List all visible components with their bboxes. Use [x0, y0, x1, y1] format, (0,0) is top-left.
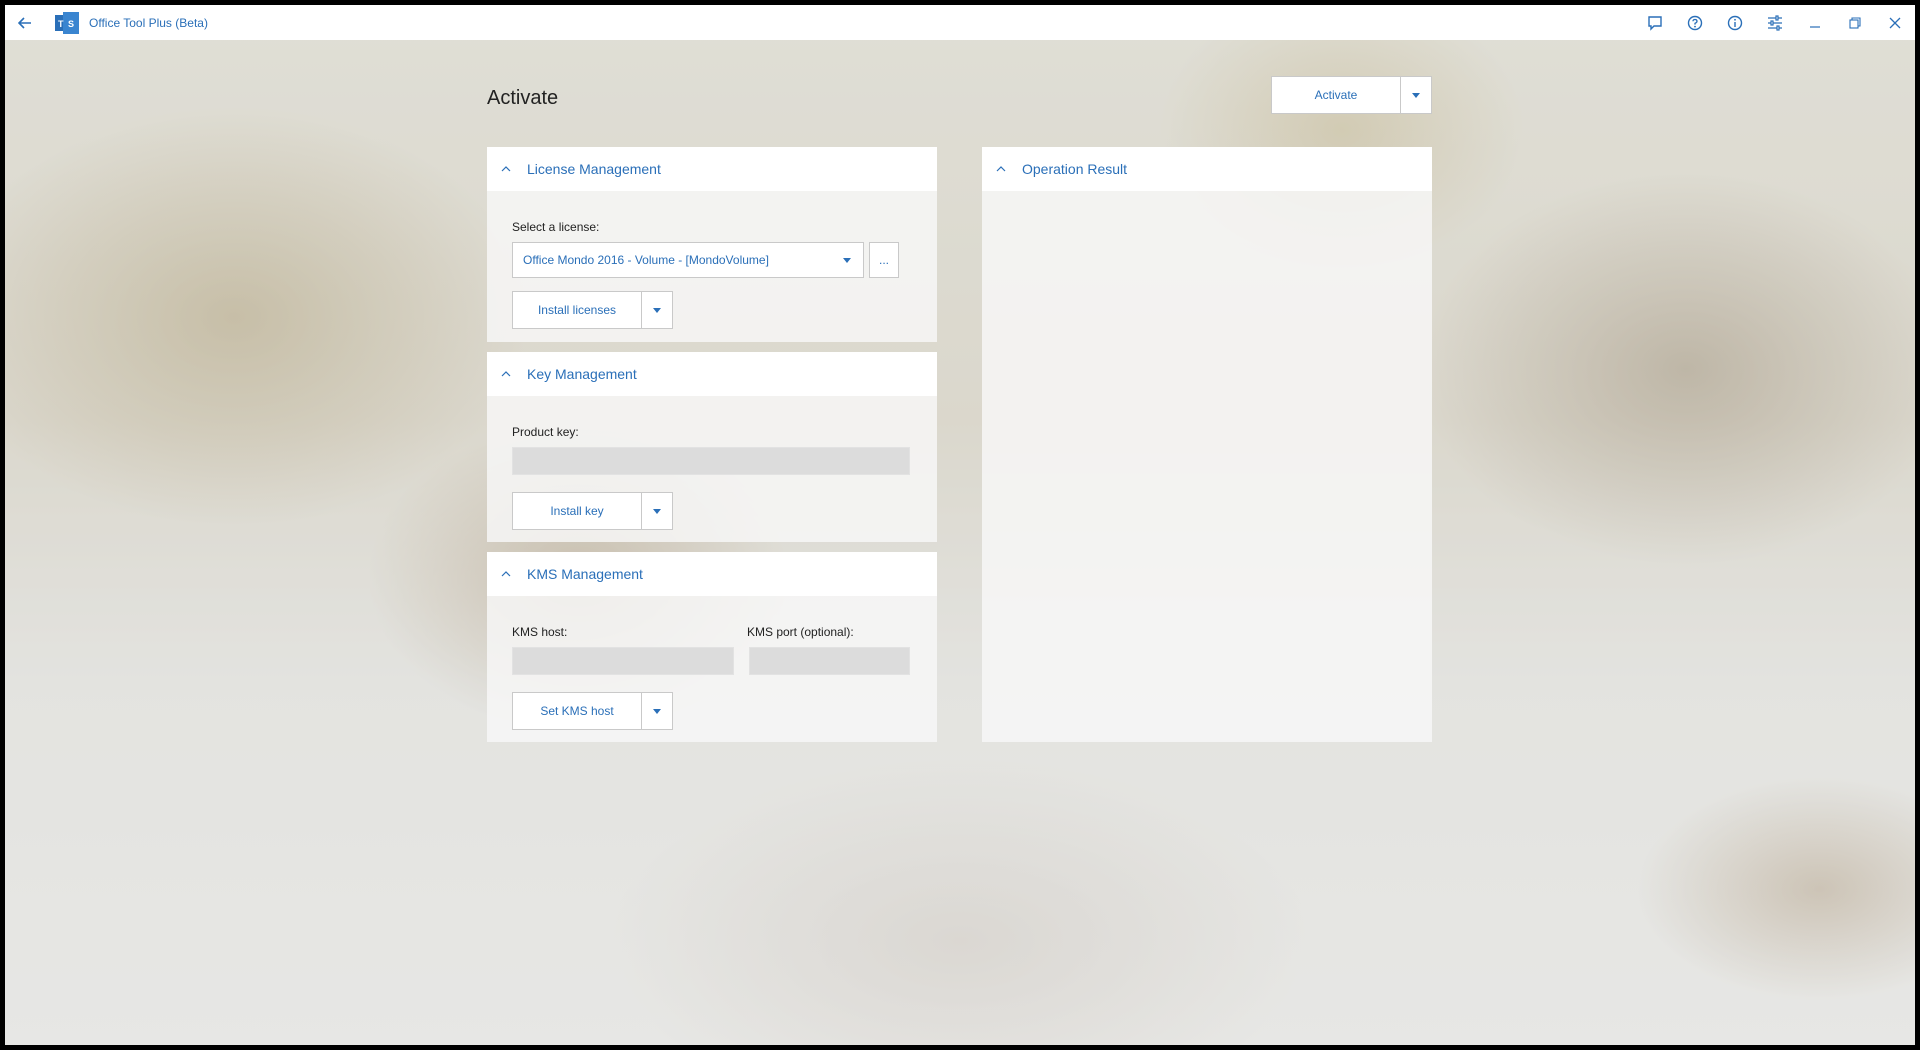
chevron-up-icon[interactable] — [501, 569, 511, 579]
install-key-button[interactable]: Install key — [513, 493, 641, 529]
license-more-button[interactable]: ... — [869, 242, 899, 278]
chevron-down-icon — [843, 257, 851, 263]
info-icon[interactable] — [1715, 5, 1755, 40]
install-key-dropdown-button[interactable] — [641, 493, 672, 529]
title-bar: T S Office Tool Plus (Beta) — [5, 5, 1915, 40]
license-select-value: Office Mondo 2016 - Volume - [MondoVolum… — [523, 253, 769, 267]
title-bar-controls — [1635, 5, 1915, 40]
chevron-down-icon — [653, 508, 661, 514]
install-licenses-dropdown-button[interactable] — [641, 292, 672, 328]
kms-host-input[interactable] — [512, 647, 734, 675]
license-select-label: Select a license: — [512, 220, 600, 234]
chevron-down-icon — [653, 708, 661, 714]
key-management-panel: Key Management Product key: Install key — [487, 352, 937, 542]
activate-split-button: Activate — [1271, 76, 1432, 114]
panel-header: Key Management — [487, 352, 937, 396]
kms-port-label: KMS port (optional): — [747, 625, 854, 639]
page-title: Activate — [487, 87, 559, 109]
panel-title: Key Management — [527, 366, 637, 382]
chevron-down-icon — [1412, 92, 1420, 98]
product-key-label: Product key: — [512, 425, 579, 439]
kms-port-input[interactable] — [749, 647, 910, 675]
install-licenses-split-button: Install licenses — [512, 291, 673, 329]
chevron-up-icon[interactable] — [501, 164, 511, 174]
svg-text:T: T — [58, 19, 64, 29]
chevron-up-icon[interactable] — [996, 164, 1006, 174]
install-licenses-button[interactable]: Install licenses — [513, 292, 641, 328]
back-arrow-icon[interactable] — [13, 11, 37, 35]
panel-header: Operation Result — [982, 147, 1432, 191]
panel-title: License Management — [527, 161, 661, 177]
set-kms-host-button[interactable]: Set KMS host — [513, 693, 641, 729]
restore-icon[interactable] — [1835, 5, 1875, 40]
app-title: Office Tool Plus (Beta) — [89, 15, 208, 30]
panel-title: Operation Result — [1022, 161, 1128, 177]
app-window: T S Office Tool Plus (Beta) Activate Act… — [5, 5, 1915, 1045]
panel-header: KMS Management — [487, 552, 937, 596]
set-kms-host-split-button: Set KMS host — [512, 692, 673, 730]
minimize-icon[interactable] — [1795, 5, 1835, 40]
set-kms-host-dropdown-button[interactable] — [641, 693, 672, 729]
panel-title: KMS Management — [527, 566, 643, 582]
chevron-up-icon[interactable] — [501, 369, 511, 379]
close-icon[interactable] — [1875, 5, 1915, 40]
product-key-input[interactable] — [512, 447, 910, 475]
kms-management-panel: KMS Management KMS host: KMS port (optio… — [487, 552, 937, 742]
feedback-icon[interactable] — [1635, 5, 1675, 40]
panel-header: License Management — [487, 147, 937, 191]
svg-text:S: S — [68, 19, 74, 29]
settings-sliders-icon[interactable] — [1755, 5, 1795, 40]
chevron-down-icon — [653, 307, 661, 313]
operation-result-panel: Operation Result — [982, 147, 1432, 742]
background-photo — [5, 5, 1915, 1045]
install-key-split-button: Install key — [512, 492, 673, 530]
help-icon[interactable] — [1675, 5, 1715, 40]
kms-host-label: KMS host: — [512, 625, 568, 639]
activate-dropdown-button[interactable] — [1400, 77, 1431, 113]
app-logo-icon: T S — [55, 11, 79, 34]
license-select[interactable]: Office Mondo 2016 - Volume - [MondoVolum… — [512, 242, 864, 278]
activate-button[interactable]: Activate — [1272, 77, 1400, 113]
license-management-panel: License Management Select a license: Off… — [487, 147, 937, 342]
